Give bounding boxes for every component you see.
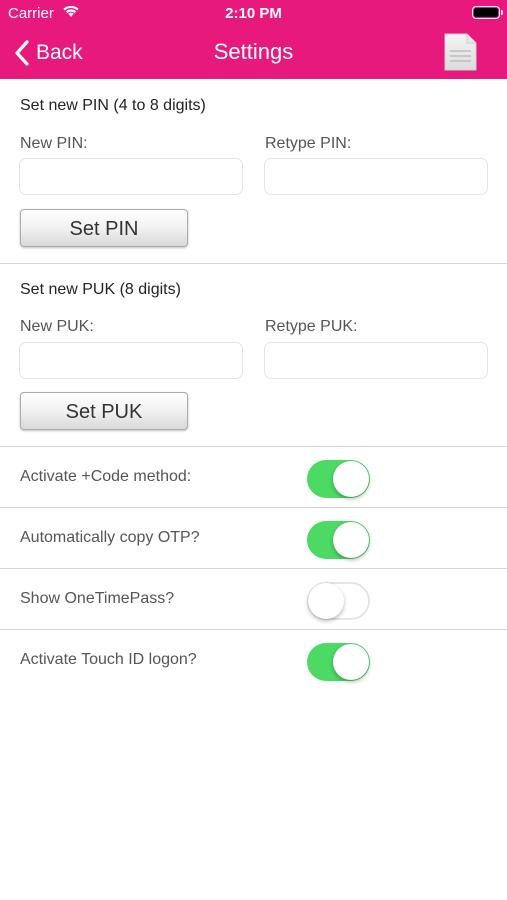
show-onetimepass-switch[interactable] xyxy=(307,582,370,620)
copy-otp-switch[interactable] xyxy=(307,521,370,559)
set-pin-button[interactable]: Set PIN xyxy=(20,209,188,247)
new-puk-label: New PUK: xyxy=(20,318,94,335)
code-method-switch[interactable] xyxy=(307,460,370,498)
code-method-label: Activate +Code method: xyxy=(20,468,192,485)
switch-knob xyxy=(333,644,369,680)
new-pin-label: New PIN: xyxy=(20,135,88,152)
touch-id-label: Activate Touch ID logon? xyxy=(20,651,197,668)
new-puk-field[interactable] xyxy=(19,342,243,379)
new-pin-field[interactable] xyxy=(19,158,243,195)
toggle-row-show-onetimepass: Show OneTimePass? xyxy=(0,569,507,630)
toggle-row-code-method: Activate +Code method: xyxy=(0,447,507,508)
status-time: 2:10 PM xyxy=(225,5,282,22)
document-icon[interactable] xyxy=(444,33,477,71)
touch-id-switch[interactable] xyxy=(307,643,370,681)
status-bar: Carrier 2:10 PM xyxy=(0,0,507,28)
puk-section: Set new PUK (8 digits) New PUK: Retype P… xyxy=(0,263,507,446)
battery-icon xyxy=(472,6,503,19)
top-bar: Carrier 2:10 PM Back Settings xyxy=(0,0,507,79)
page-title: Settings xyxy=(213,39,294,64)
nav-bar: Back Settings xyxy=(0,28,507,79)
switch-knob xyxy=(308,583,344,619)
show-onetimepass-label: Show OneTimePass? xyxy=(20,590,175,607)
pin-section: Set new PIN (4 to 8 digits) New PIN: Ret… xyxy=(0,79,507,263)
retype-puk-field[interactable] xyxy=(264,342,488,379)
retype-puk-label: Retype PUK: xyxy=(265,318,358,335)
pin-section-title: Set new PIN (4 to 8 digits) xyxy=(20,97,206,114)
switch-knob xyxy=(333,522,369,558)
switch-knob xyxy=(333,461,369,497)
retype-pin-field[interactable] xyxy=(264,158,488,195)
puk-section-title: Set new PUK (8 digits) xyxy=(20,281,181,298)
set-puk-button[interactable]: Set PUK xyxy=(20,392,188,430)
copy-otp-label: Automatically copy OTP? xyxy=(20,529,200,546)
toggle-row-copy-otp: Automatically copy OTP? xyxy=(0,508,507,569)
toggle-row-touch-id: Activate Touch ID logon? xyxy=(0,630,507,691)
retype-pin-label: Retype PIN: xyxy=(265,135,352,152)
